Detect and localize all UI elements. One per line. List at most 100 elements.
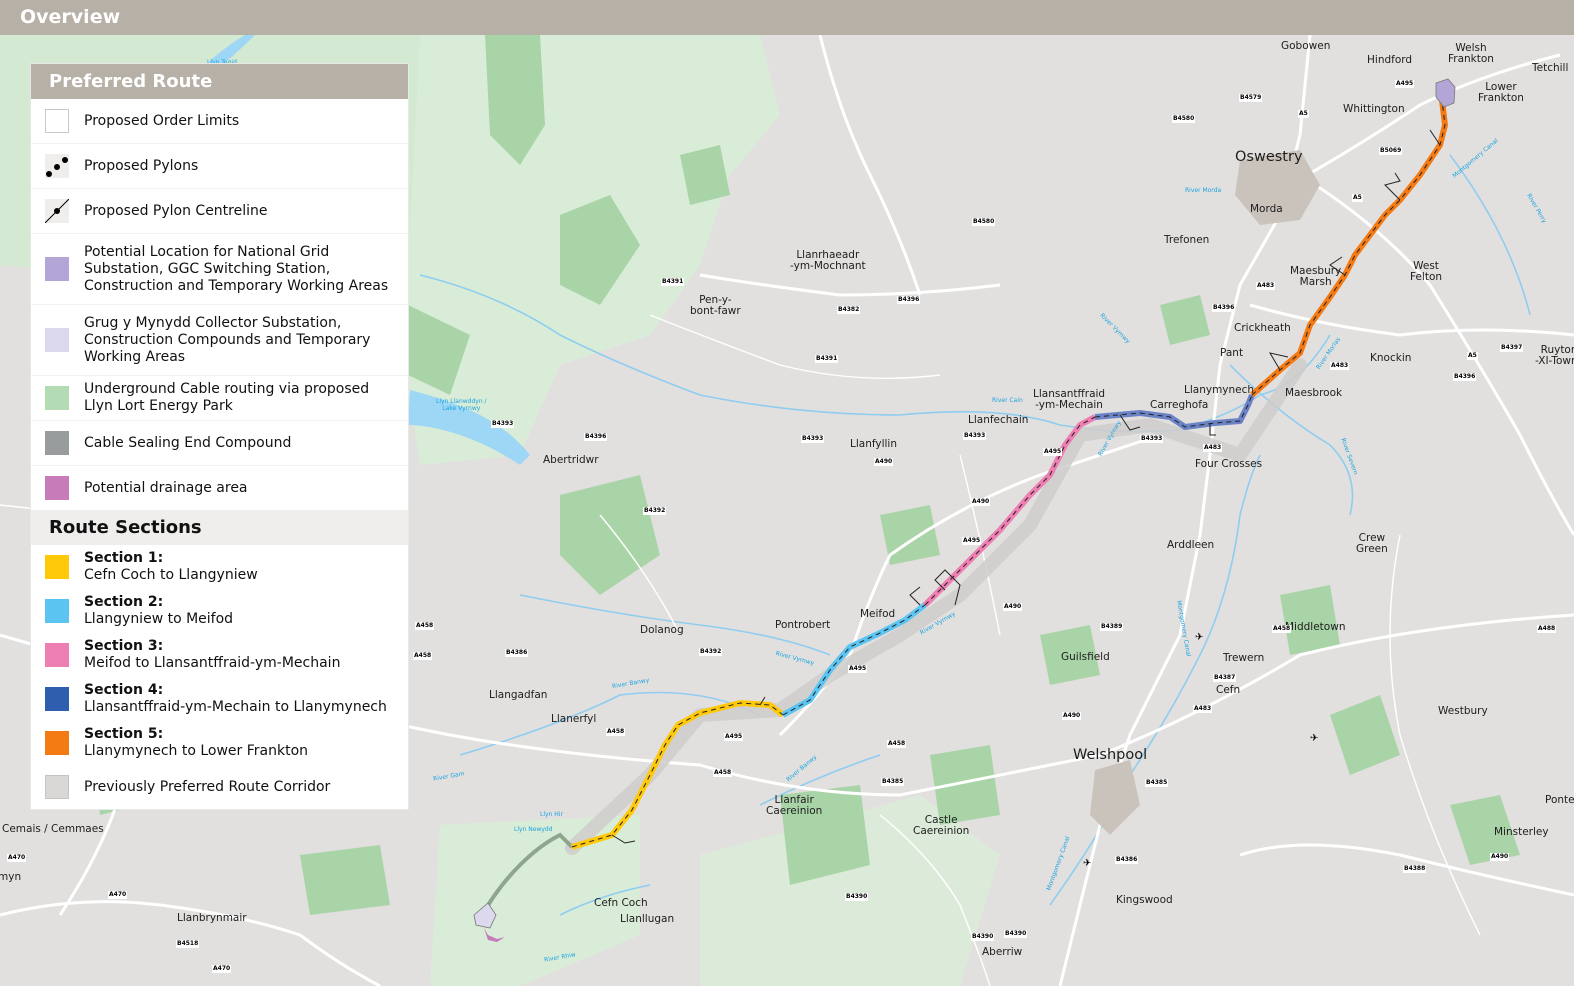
- road-label: B4382: [837, 306, 861, 314]
- place-label: Crickheath: [1234, 322, 1291, 334]
- road-label: A490: [1490, 853, 1510, 861]
- water-label: Llyn Llanwddyn / Lake Vyrnwy: [436, 398, 487, 412]
- place-label: Pant: [1220, 347, 1244, 359]
- route-section-5-centreline: [1251, 99, 1446, 396]
- road-label: A458: [606, 728, 626, 736]
- underground-cable-swatch: [45, 386, 69, 410]
- place-label: Llanfyllin: [850, 438, 897, 450]
- page-title: Overview: [20, 6, 121, 28]
- road-label: B4386: [505, 649, 529, 657]
- place-label: Castle Caereinion: [913, 814, 970, 837]
- pylon-centreline-icon: [44, 198, 70, 224]
- road-label: B4579: [1239, 94, 1263, 102]
- road-label: B4390: [971, 933, 995, 941]
- place-label: Crew Green: [1356, 532, 1388, 555]
- place-label: West Felton: [1410, 260, 1443, 283]
- water-label: River Morda: [1185, 187, 1222, 194]
- road-label: B4391: [815, 355, 839, 363]
- place-label: Knockin: [1370, 352, 1412, 364]
- legend-title: Preferred Route: [31, 64, 408, 99]
- water-label: River Cain: [992, 397, 1023, 404]
- road-label: B4393: [963, 432, 987, 440]
- legend-item-underground-cable: Underground Cable routing via proposed L…: [31, 376, 408, 421]
- airfield-icon: ✈: [1310, 733, 1319, 744]
- legend-item-drainage: Potential drainage area: [31, 466, 408, 510]
- road-label: B4390: [1004, 930, 1028, 938]
- legend-item-pylons: Proposed Pylons: [31, 144, 408, 189]
- route-sections-title: Route Sections: [31, 510, 408, 545]
- road-label: A495: [1043, 448, 1063, 456]
- place-label: Whittington: [1343, 103, 1405, 115]
- road-label: B4387: [1213, 674, 1237, 682]
- road-label: A5: [1352, 194, 1363, 202]
- pylons-icon: [45, 154, 69, 178]
- place-label: Meifod: [860, 608, 896, 620]
- route-section-5: [1250, 99, 1448, 398]
- place-label: Welsh Frankton: [1448, 42, 1494, 65]
- place-label: Cefn: [1216, 684, 1241, 696]
- place-label: Pontesbury: [1545, 794, 1574, 806]
- road-label: A495: [962, 537, 982, 545]
- airfield-icon: ✈: [1195, 632, 1204, 643]
- place-label: Dolanog: [640, 624, 684, 636]
- section-5-swatch: [45, 731, 69, 755]
- collector-substation-swatch: [45, 328, 69, 352]
- legend-item-order-limits: Proposed Order Limits: [31, 99, 408, 144]
- underground-cable-route: [483, 832, 574, 912]
- place-label: Cemais / Cemmaes: [2, 823, 104, 835]
- road-label: A458: [887, 740, 907, 748]
- place-label: Maesbury Marsh: [1290, 265, 1342, 288]
- legend-item-pylon-centreline: Proposed Pylon Centreline: [31, 189, 408, 234]
- road-label: B4385: [881, 778, 905, 786]
- place-label: Minsterley: [1494, 826, 1549, 838]
- place-label: Kingswood: [1116, 894, 1173, 906]
- road-label: B4396: [1453, 373, 1477, 381]
- place-label: Llansantffraid -ym-Mechain: [1033, 388, 1106, 411]
- road-label: B4396: [1212, 304, 1236, 312]
- road-label: A470: [212, 965, 232, 973]
- road-label: A483: [1203, 444, 1223, 452]
- national-grid-substation-area: [1435, 78, 1456, 108]
- water-label: Llyn Hir: [540, 811, 563, 818]
- legend-section-3: Section 3: Meifod to Llansantffraid-ym-Me…: [31, 633, 408, 677]
- legend-item-collector-substation: Grug y Mynydd Collector Substation, Cons…: [31, 305, 408, 376]
- section-4-swatch: [45, 687, 69, 711]
- place-label: Hindford: [1367, 54, 1413, 66]
- legend-panel: Preferred Route Proposed Order Limits Pr…: [31, 64, 408, 809]
- road-label: B4397: [1500, 344, 1524, 352]
- place-label: Pontrobert: [775, 619, 831, 631]
- road-label: A483: [1330, 362, 1350, 370]
- road-label: A458: [413, 652, 433, 660]
- place-label: Morda: [1250, 203, 1283, 215]
- road-label: B4393: [801, 435, 825, 443]
- place-label: Middletown: [1285, 621, 1346, 633]
- road-label: A495: [1395, 80, 1415, 88]
- road-label: B4386: [1115, 856, 1139, 864]
- airfield-icon: ✈: [1083, 858, 1092, 869]
- place-label: Arddleen: [1167, 539, 1215, 551]
- road-label: B5069: [1379, 147, 1403, 155]
- road-label: A5: [1467, 352, 1478, 360]
- drainage-swatch: [45, 476, 69, 500]
- road-label: A490: [1003, 603, 1023, 611]
- road-label: A495: [724, 733, 744, 741]
- road-label: A488: [1537, 625, 1557, 633]
- place-label: Guilsfield: [1061, 651, 1110, 663]
- place-label: Maesbrook: [1285, 387, 1343, 399]
- place-label: Westbury: [1438, 705, 1488, 717]
- previous-corridor-swatch: [45, 775, 69, 799]
- legend-section-4: Section 4: Llansantffraid-ym-Mechain to L…: [31, 677, 408, 721]
- road-label: B4393: [1140, 435, 1164, 443]
- road-label: B4580: [972, 218, 996, 226]
- road-label: A490: [1062, 712, 1082, 720]
- road-label: A490: [971, 498, 991, 506]
- place-label: Llanerfyl: [551, 713, 597, 725]
- water-label: Llyn Newydd: [514, 826, 553, 833]
- place-label: Four Crosses: [1195, 458, 1263, 470]
- road-label: B4518: [176, 940, 200, 948]
- legend-section-2: Section 2: Llangyniew to Meifod: [31, 589, 408, 633]
- place-label: Tetchill: [1532, 62, 1569, 74]
- road-label: A458: [713, 769, 733, 777]
- legend-section-1: Section 1: Cefn Coch to Llangyniew: [31, 545, 408, 589]
- place-label: Aberriw: [982, 946, 1023, 958]
